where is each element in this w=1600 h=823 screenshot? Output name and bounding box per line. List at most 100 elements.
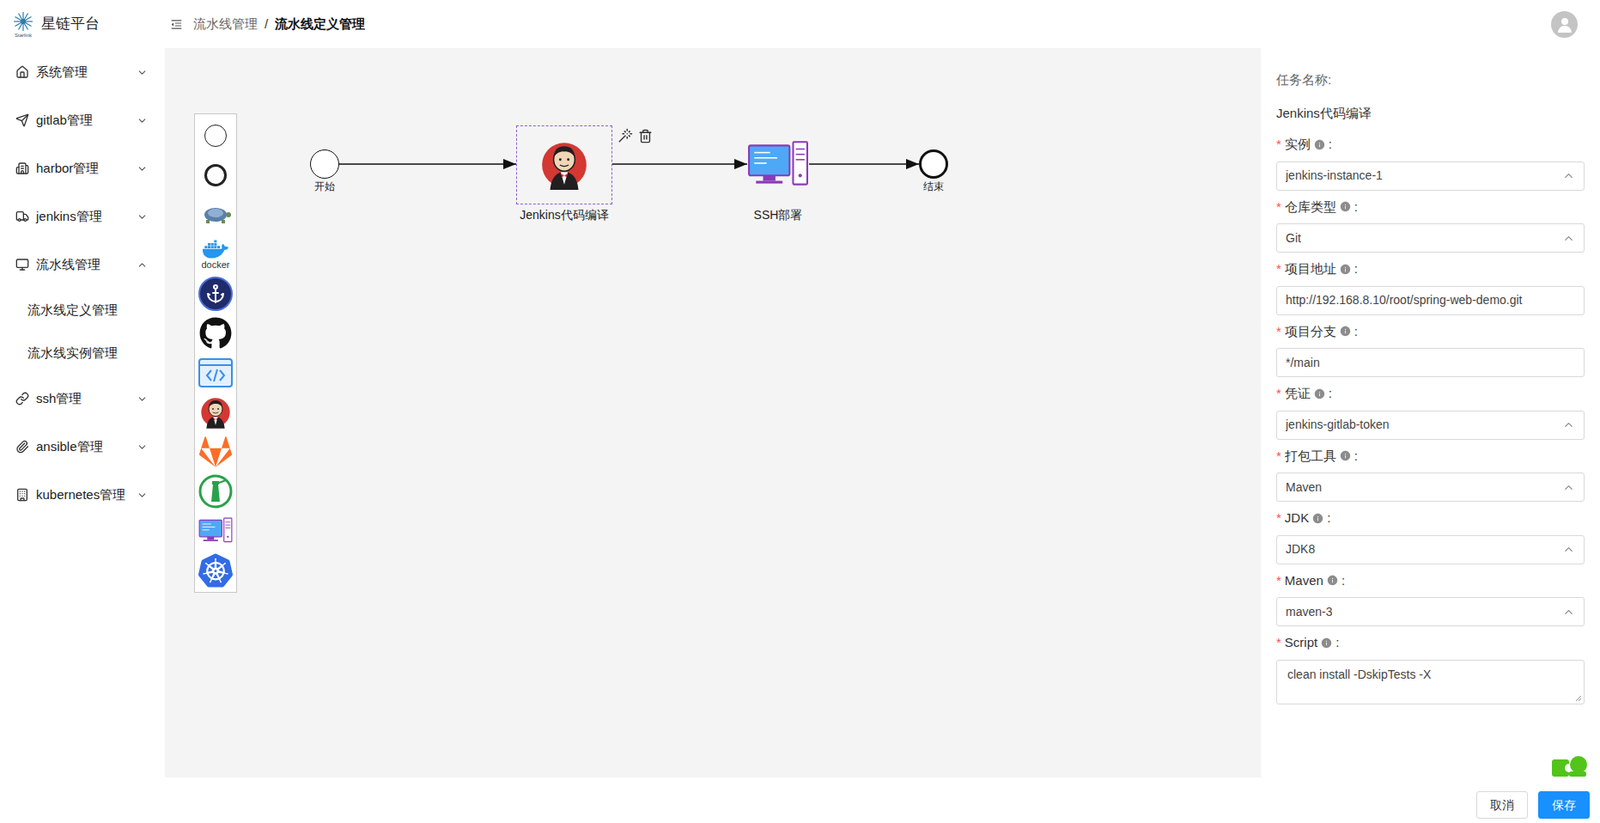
field-label: *实例: [1276, 134, 1585, 155]
required-mark: * [1276, 322, 1282, 342]
sidebar-item[interactable]: kubernetes管理 [0, 470, 165, 519]
jenkins-task-node[interactable] [516, 125, 613, 205]
server-monitor-icon [747, 139, 810, 190]
chevron-down-icon [136, 393, 148, 405]
select-field[interactable]: jenkins-gitlab-token [1276, 410, 1585, 440]
required-mark: * [1276, 134, 1282, 155]
app-root: Starlink 星链平台系统管理gitlab管理harbor管理jenkins管… [0, 0, 1600, 823]
chevron-down-icon [136, 66, 148, 79]
field-label: *Script: [1276, 632, 1585, 653]
palette-item[interactable] [195, 471, 236, 512]
palette-item[interactable] [195, 550, 236, 591]
menu-icon [15, 487, 30, 502]
field-label: *项目分支: [1276, 322, 1585, 342]
menu-icon [15, 209, 30, 224]
info-icon [1339, 200, 1351, 213]
user-icon [1556, 15, 1574, 33]
cancel-button[interactable]: 取消 [1476, 790, 1528, 819]
top-bar: 流水线管理/流水线定义管理 [164, 0, 1600, 49]
field-label: *JDK: [1276, 508, 1585, 529]
flow-edge[interactable] [809, 163, 919, 165]
github-icon [199, 316, 232, 350]
floating-helper-icon[interactable] [1550, 754, 1588, 779]
chevron-up-icon [1562, 480, 1576, 494]
task-name-value: Jenkins代码编译 [1276, 103, 1585, 124]
sidebar-item[interactable]: gitlab管理 [0, 96, 165, 145]
breadcrumb: 流水线管理/流水线定义管理 [193, 14, 366, 35]
info-icon [1339, 450, 1351, 462]
sidebar-item[interactable]: harbor管理 [0, 144, 165, 193]
sidebar-item[interactable]: 流水线管理 [0, 240, 165, 289]
chevron-up-icon [136, 259, 148, 271]
form-field: *凭证: jenkins-gitlab-token [1276, 383, 1585, 440]
info-icon [1312, 512, 1324, 524]
script-textarea[interactable]: clean install -DskipTests -X [1276, 659, 1585, 705]
select-field[interactable]: maven-3 [1276, 596, 1585, 627]
form-field: *Maven:maven-3 [1276, 571, 1585, 627]
end-event-icon [204, 164, 227, 187]
breadcrumb-item[interactable]: 流水线管理 [193, 14, 258, 35]
sidebar-item[interactable]: ansible管理 [0, 422, 165, 471]
connect-wand-icon[interactable] [617, 127, 633, 144]
flow-canvas[interactable]: docker开始Jenkins代码编译SSH部署结束 [164, 48, 1261, 778]
field-label: *打包工具: [1276, 446, 1585, 467]
chevron-up-icon [1562, 231, 1576, 245]
resize-handle-icon[interactable] [1575, 694, 1582, 702]
sidebar-item[interactable]: 系统管理 [0, 48, 165, 97]
chevron-down-icon [136, 489, 148, 501]
select-field[interactable]: Maven [1276, 472, 1585, 502]
field-label: *仓库类型: [1276, 197, 1585, 218]
menu-icon [15, 65, 30, 80]
logo[interactable]: Starlink 星链平台 [0, 0, 165, 49]
text-input[interactable]: */main [1276, 347, 1585, 378]
end-event[interactable] [918, 149, 949, 179]
sidebar: Starlink 星链平台系统管理gitlab管理harbor管理jenkins管… [0, 0, 165, 823]
palette-item[interactable] [195, 431, 236, 472]
required-mark: * [1276, 446, 1282, 467]
text-input[interactable]: http://192.168.8.10/root/spring-web-demo… [1276, 285, 1585, 316]
info-icon [1326, 574, 1339, 586]
palette-item[interactable] [195, 115, 236, 156]
user-avatar[interactable] [1551, 11, 1578, 38]
chevron-up-icon [1562, 605, 1576, 619]
palette-item[interactable] [195, 392, 236, 432]
required-mark: * [1276, 632, 1282, 653]
select-field[interactable]: jenkins-instance-1 [1276, 161, 1585, 191]
menu-fold-icon[interactable] [170, 18, 183, 31]
ssh-task-node[interactable] [730, 125, 827, 205]
breadcrumb-item: 流水线定义管理 [274, 14, 366, 35]
logo-caption: Starlink [14, 32, 32, 39]
sidebar-item[interactable]: ssh管理 [0, 374, 165, 423]
docker-icon [202, 238, 229, 260]
menu-icon [15, 113, 30, 128]
jenkins-icon [198, 395, 233, 430]
delete-trash-icon[interactable] [638, 128, 653, 144]
field-label: *项目地址: [1276, 259, 1585, 280]
app-title: 星链平台 [41, 12, 100, 36]
node-label: 开始 [314, 180, 335, 193]
form-field: *JDK: JDK8 [1276, 508, 1585, 565]
field-label: *凭证: [1276, 383, 1585, 404]
start-event[interactable] [310, 149, 340, 179]
form-field: *打包工具: Maven [1276, 446, 1585, 503]
info-icon [1339, 325, 1351, 337]
sidebar-subitem[interactable]: 流水线实例管理 [0, 331, 165, 375]
palette-item[interactable] [195, 155, 236, 195]
palette-item[interactable] [195, 273, 236, 314]
form-field: *实例: jenkins-instance-1 [1276, 134, 1585, 191]
select-field[interactable]: Git [1276, 223, 1585, 253]
palette-item[interactable]: docker [195, 234, 236, 274]
palette-item[interactable] [195, 352, 236, 393]
flow-edge[interactable] [612, 163, 748, 165]
sidebar-item[interactable]: jenkins管理 [0, 192, 165, 241]
form-field: *仓库类型: Git [1276, 197, 1585, 254]
palette-item[interactable] [195, 194, 236, 235]
palette-item[interactable] [195, 313, 236, 353]
sidebar-subitem[interactable]: 流水线定义管理 [0, 288, 165, 332]
save-button[interactable]: 保存 [1538, 790, 1590, 819]
select-field[interactable]: JDK8 [1276, 535, 1585, 565]
flow-edge[interactable] [339, 163, 517, 165]
node-palette: docker [194, 113, 238, 593]
node-label: Jenkins代码编译 [519, 206, 609, 223]
palette-item[interactable] [195, 511, 236, 551]
